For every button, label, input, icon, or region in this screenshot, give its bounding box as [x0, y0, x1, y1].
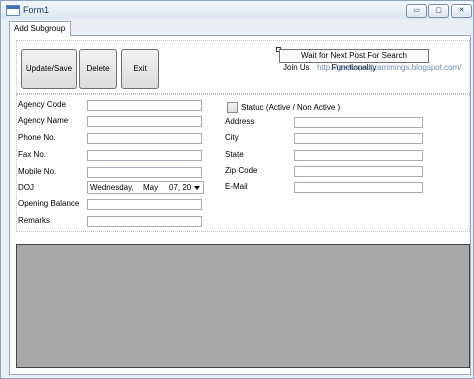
doj-day-year: 07, 20: [169, 183, 192, 192]
form-panel: [16, 94, 470, 232]
doj-weekday: Wednesday,: [90, 183, 134, 192]
doj-label: DOJ: [18, 183, 34, 192]
exit-button[interactable]: Exit: [121, 49, 159, 89]
blog-link[interactable]: http://geeksprogrammings.blogspot.com/: [317, 63, 462, 72]
tab-page: Update/Save Delete Exit Wait for Next Po…: [9, 35, 471, 375]
city-label: City: [225, 133, 239, 142]
main-window: Form1 ▭ ▢ ✕ Add Subgroup Update/Save Del…: [0, 0, 474, 379]
notice-label: Wait for Next Post For Search Functional…: [279, 49, 429, 72]
fax-input[interactable]: [87, 150, 202, 161]
zip-label: Zip Code: [225, 166, 258, 175]
tab-add-subgroup[interactable]: Add Subgroup: [9, 21, 71, 36]
delete-button[interactable]: Delete: [79, 49, 117, 89]
mobile-input[interactable]: [87, 167, 202, 178]
state-label: State: [225, 150, 244, 159]
agency-code-label: Agency Code: [18, 100, 67, 109]
remarks-label: Remarks: [18, 216, 51, 225]
address-input[interactable]: [294, 117, 423, 128]
zip-input[interactable]: [294, 166, 423, 177]
app-icon: [6, 5, 20, 16]
email-input[interactable]: [294, 182, 423, 193]
status-checkbox[interactable]: [227, 102, 238, 113]
window-title: Form1: [23, 5, 50, 15]
dropdown-arrow-icon[interactable]: [194, 186, 200, 190]
close-button[interactable]: ✕: [451, 4, 472, 18]
remarks-input[interactable]: [87, 216, 202, 227]
city-input[interactable]: [294, 133, 423, 144]
minimize-button[interactable]: ▭: [406, 4, 427, 18]
fax-label: Fax No.: [18, 150, 47, 159]
phone-input[interactable]: [87, 133, 202, 144]
phone-label: Phone No.: [18, 133, 56, 142]
toolbar-panel: Update/Save Delete Exit Wait for Next Po…: [16, 40, 470, 94]
state-input[interactable]: [294, 150, 423, 161]
opening-balance-label: Opening Balance: [18, 199, 80, 208]
address-label: Address: [225, 117, 255, 126]
update-save-button[interactable]: Update/Save: [21, 49, 77, 89]
data-grid-view[interactable]: [16, 244, 470, 368]
title-bar[interactable]: Form1 ▭ ▢ ✕: [1, 1, 473, 19]
maximize-button[interactable]: ▢: [428, 4, 449, 18]
email-label: E-Mail: [225, 182, 248, 191]
agency-name-input[interactable]: [87, 116, 202, 127]
opening-balance-input[interactable]: [87, 199, 202, 210]
agency-name-label: Agency Name: [18, 116, 69, 125]
doj-date-picker[interactable]: Wednesday, May 07, 20: [87, 181, 204, 194]
mobile-label: Mobile No.: [18, 167, 57, 176]
doj-month: May: [143, 183, 159, 192]
agency-code-input[interactable]: [87, 100, 202, 111]
status-label: Statuc (Active / Non Active ): [241, 103, 341, 112]
join-us-label: Join Us: [283, 63, 310, 72]
